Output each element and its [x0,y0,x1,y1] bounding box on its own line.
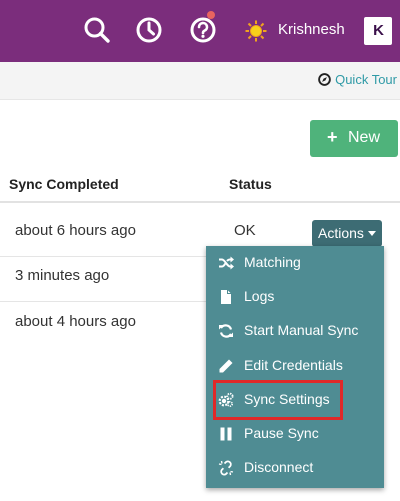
menu-item-label: Disconnect [244,459,314,475]
table-header-divider [0,201,400,203]
menu-item-logs[interactable]: Logs [206,280,384,314]
menu-item-start-manual-sync[interactable]: Start Manual Sync [206,314,384,348]
column-header-sync-completed[interactable]: Sync Completed [9,176,119,192]
actions-dropdown-menu: Matching Logs Start Manual Sync Edit Cre… [206,246,384,488]
row-divider [0,256,210,257]
menu-item-edit-credentials[interactable]: Edit Credentials [206,349,384,383]
table-cell-sync-completed: about 6 hours ago [15,222,136,239]
quick-tour-link[interactable]: Quick Tour [318,72,397,87]
menu-item-label: Pause Sync [244,425,319,441]
new-button[interactable]: + New [310,120,398,157]
plus-icon: + [327,127,338,147]
unlink-icon [218,460,234,476]
menu-item-matching[interactable]: Matching [206,246,384,280]
file-icon [221,290,231,304]
menu-item-disconnect[interactable]: Disconnect [206,451,384,485]
menu-item-label: Logs [244,288,275,304]
refresh-icon [219,324,233,338]
history-icon[interactable] [134,15,164,45]
row-divider [0,301,210,302]
table-cell-sync-completed: 3 minutes ago [15,267,110,284]
column-header-status[interactable]: Status [229,176,272,192]
new-button-label: New [348,129,381,146]
caret-down-icon [367,231,376,236]
actions-button-label: Actions [318,225,364,241]
menu-item-label: Start Manual Sync [244,322,359,338]
pencil-icon [219,359,233,373]
page: Krishnesh K Quick Tour + New Sync Comple… [0,0,400,501]
sub-toolbar: Quick Tour [0,62,400,100]
menu-item-label: Edit Credentials [244,357,343,373]
brand-logo-text: K [373,22,384,39]
table-cell-sync-completed: about 4 hours ago [15,313,136,330]
table-cell-status: OK [234,222,256,239]
user-avatar-icon[interactable] [245,20,267,42]
top-navigation-bar: Krishnesh K [0,0,400,62]
shuffle-icon [219,256,234,270]
menu-item-label: Matching [244,254,301,270]
highlight-box [213,380,343,420]
pause-icon [220,427,232,441]
brand-logo[interactable]: K [364,17,392,45]
quick-tour-label: Quick Tour [335,72,397,87]
search-icon[interactable] [82,15,112,45]
notification-dot [207,11,215,19]
actions-dropdown-button[interactable]: Actions [312,220,382,247]
compass-icon [318,73,331,86]
help-icon[interactable] [188,15,218,45]
username[interactable]: Krishnesh [278,21,345,38]
menu-item-pause-sync[interactable]: Pause Sync [206,417,384,451]
